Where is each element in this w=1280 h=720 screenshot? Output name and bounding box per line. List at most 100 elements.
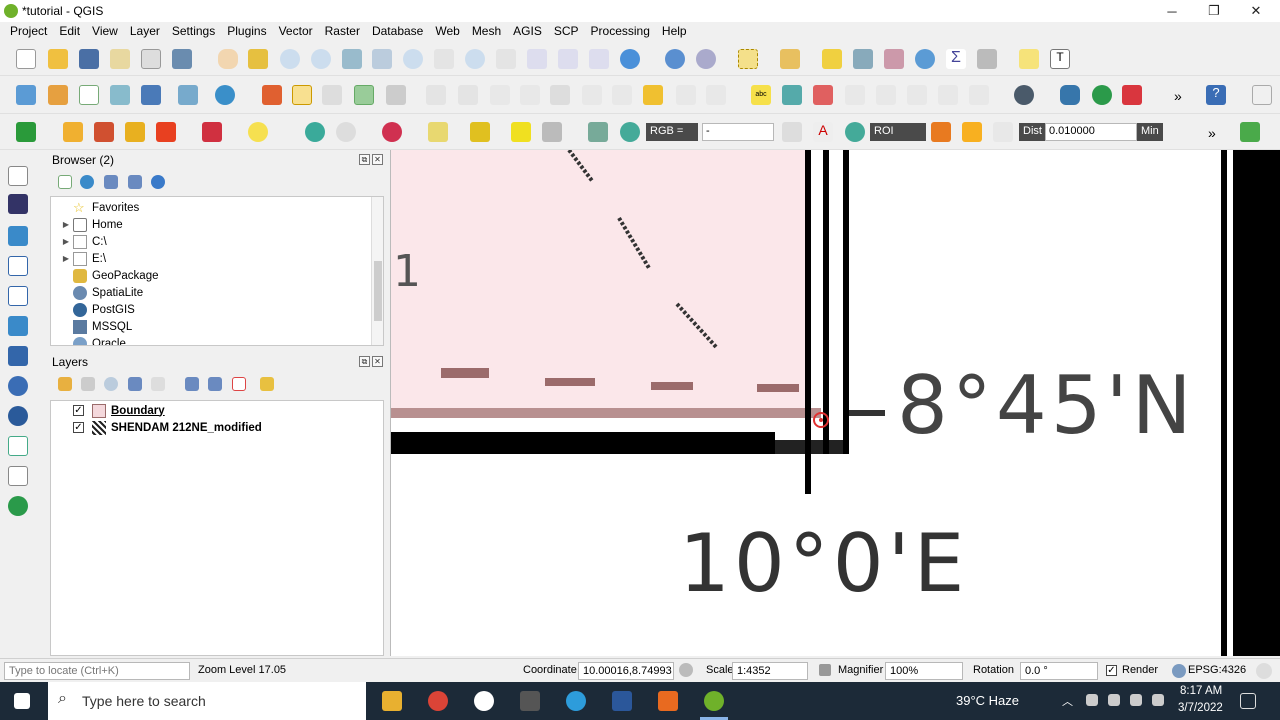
data-source-manager-icon[interactable] bbox=[16, 85, 36, 105]
toggle-extents-icon[interactable] bbox=[679, 663, 693, 677]
digitize-shape-icon[interactable] bbox=[643, 85, 663, 105]
bookmark-icon[interactable] bbox=[527, 49, 547, 69]
zoom-to-image-icon[interactable] bbox=[428, 122, 448, 142]
pan-hand-icon[interactable] bbox=[218, 49, 238, 69]
menu-database[interactable]: Database bbox=[366, 22, 429, 42]
minimize-button[interactable]: ─ bbox=[1152, 0, 1192, 22]
map-tips-icon[interactable] bbox=[1019, 49, 1039, 69]
app-orange-icon[interactable] bbox=[658, 691, 678, 711]
label-abc-icon[interactable]: abc bbox=[751, 85, 771, 105]
postprocessing-icon[interactable] bbox=[305, 122, 325, 142]
browser-close-button[interactable]: ✕ bbox=[372, 154, 383, 165]
tray-arrow-icon[interactable]: ︿ bbox=[1062, 693, 1073, 709]
zoom-full-icon[interactable] bbox=[342, 49, 362, 69]
add-wfs-layer-icon[interactable] bbox=[8, 436, 28, 456]
browser-float-button[interactable]: ⧉ bbox=[359, 154, 370, 165]
layer-visibility-checkbox[interactable]: ✓ bbox=[73, 405, 84, 416]
menu-plugins[interactable]: Plugins bbox=[221, 22, 272, 42]
browser-item-favorites[interactable]: ☆ Favorites bbox=[51, 199, 139, 216]
classification-preview-icon[interactable] bbox=[588, 122, 608, 142]
render-checkbox[interactable]: ✓ bbox=[1106, 665, 1117, 676]
save-project-icon[interactable] bbox=[79, 49, 99, 69]
qgis-taskbar-icon[interactable] bbox=[704, 691, 724, 711]
band-processing-icon[interactable] bbox=[202, 122, 222, 142]
volume-icon[interactable] bbox=[1152, 694, 1164, 706]
menu-edit[interactable]: Edit bbox=[53, 22, 86, 42]
zoom-temp-roi-icon[interactable] bbox=[845, 122, 865, 142]
browser-item-postgis[interactable]: PostGIS bbox=[51, 301, 135, 318]
add-csv-icon[interactable] bbox=[110, 85, 130, 105]
rotate-label-icon[interactable] bbox=[907, 85, 927, 105]
style-manager-icon[interactable] bbox=[172, 49, 192, 69]
menu-raster[interactable]: Raster bbox=[319, 22, 366, 42]
browser-item-e-drive[interactable]: ▶ E:\ bbox=[51, 250, 106, 267]
browser-item-geopackage[interactable]: GeoPackage bbox=[51, 267, 159, 284]
add-roi-icon[interactable] bbox=[962, 122, 982, 142]
camera-app-icon[interactable] bbox=[520, 691, 540, 711]
sigma-icon[interactable]: Σ bbox=[946, 49, 966, 69]
browser-item-mssql[interactable]: MSSQL bbox=[51, 318, 132, 335]
add-raster-icon[interactable] bbox=[141, 85, 161, 105]
redo-roi-icon[interactable] bbox=[993, 122, 1013, 142]
lock-scale-icon[interactable] bbox=[819, 664, 831, 676]
menu-layer[interactable]: Layer bbox=[124, 22, 166, 42]
filter-expression-icon[interactable] bbox=[151, 377, 165, 391]
band-calc-icon[interactable] bbox=[248, 122, 268, 142]
show-hide-labels-icon[interactable] bbox=[845, 85, 865, 105]
add-raster-layer-icon[interactable] bbox=[8, 194, 28, 214]
preprocessing-icon[interactable] bbox=[125, 122, 145, 142]
download-icon[interactable] bbox=[156, 122, 176, 142]
rgb-combo[interactable]: - bbox=[702, 123, 774, 141]
windows-start-icon[interactable] bbox=[14, 693, 30, 709]
clock-date[interactable]: 3/7/2022 bbox=[1178, 702, 1223, 714]
band-set-icon[interactable] bbox=[63, 122, 83, 142]
pin-labels-icon[interactable] bbox=[813, 85, 833, 105]
zoom-selection-icon[interactable] bbox=[372, 49, 392, 69]
manage-map-themes-icon[interactable] bbox=[104, 377, 118, 391]
weather-text[interactable]: 39°C Haze bbox=[956, 693, 1019, 708]
zoom-next-icon[interactable] bbox=[496, 49, 516, 69]
menu-mesh[interactable]: Mesh bbox=[466, 22, 507, 42]
add-polygon-icon[interactable] bbox=[354, 85, 374, 105]
open-project-icon[interactable] bbox=[48, 49, 68, 69]
move-label-icon[interactable] bbox=[876, 85, 896, 105]
layer-item-shendam[interactable]: ✓ SHENDAM 212NE_modified bbox=[73, 419, 262, 436]
messages-icon[interactable] bbox=[1256, 663, 1272, 679]
crs-globe-icon[interactable] bbox=[1172, 664, 1186, 678]
refresh-icon[interactable] bbox=[620, 49, 640, 69]
layout-manager-icon[interactable] bbox=[141, 49, 161, 69]
menu-view[interactable]: View bbox=[86, 22, 124, 42]
browser-item-home[interactable]: ▶ Home bbox=[51, 216, 123, 233]
menu-web[interactable]: Web bbox=[429, 22, 465, 42]
collapse-all-layers-icon[interactable] bbox=[208, 377, 222, 391]
browser-scroll-thumb[interactable] bbox=[374, 261, 382, 321]
toolbar-overflow-icon[interactable]: » bbox=[1174, 88, 1182, 104]
menu-agis[interactable]: AGIS bbox=[507, 22, 548, 42]
add-xyz-layer-icon[interactable] bbox=[8, 496, 28, 516]
browser-item-oracle[interactable]: Oracle bbox=[51, 335, 126, 345]
standard-deviation-icon[interactable] bbox=[542, 122, 562, 142]
open-layer-styling-icon[interactable] bbox=[58, 377, 72, 391]
globe-plugin-icon[interactable] bbox=[1014, 85, 1034, 105]
redo-icon[interactable] bbox=[612, 85, 632, 105]
undo-icon[interactable] bbox=[582, 85, 602, 105]
crs-button[interactable]: EPSG:4326 bbox=[1188, 664, 1246, 676]
layer-order-icon[interactable] bbox=[260, 377, 274, 391]
gear-icon[interactable] bbox=[915, 49, 935, 69]
crosshair-icon[interactable] bbox=[1252, 85, 1272, 105]
dist-input[interactable]: 0.010000 bbox=[1045, 123, 1137, 141]
local-cumulative-stretch-icon[interactable] bbox=[511, 122, 531, 142]
change-label-icon[interactable] bbox=[938, 85, 958, 105]
file-explorer-icon[interactable] bbox=[382, 691, 402, 711]
locator-search-input[interactable]: Type to locate (Ctrl+K) bbox=[4, 662, 190, 680]
roi-tool-icon[interactable]: A bbox=[813, 122, 833, 142]
browser-item-spatialite[interactable]: SpatiaLite bbox=[51, 284, 143, 301]
new-print-layout-icon[interactable] bbox=[110, 49, 130, 69]
add-wcs-layer-icon[interactable] bbox=[8, 406, 28, 426]
new-project-icon[interactable] bbox=[16, 49, 36, 69]
label-tool-icon[interactable] bbox=[969, 85, 989, 105]
cut-features-icon[interactable] bbox=[490, 85, 510, 105]
add-group-icon[interactable] bbox=[81, 377, 95, 391]
zoom-out-icon[interactable] bbox=[311, 49, 331, 69]
remove-layer-icon[interactable] bbox=[232, 377, 246, 391]
